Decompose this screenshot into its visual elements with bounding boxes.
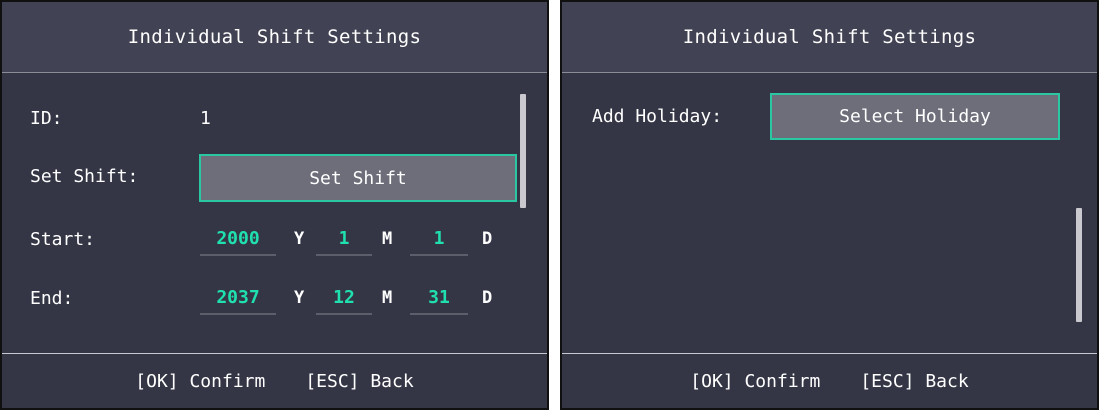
footer-bar: [OK] Confirm [ESC] Back (2, 353, 547, 408)
end-day-unit: D (482, 288, 493, 308)
scrollbar[interactable] (1076, 208, 1082, 322)
footer-bar: [OK] Confirm [ESC] Back (562, 353, 1097, 408)
end-year-unit: Y (294, 288, 305, 308)
start-month-field[interactable]: 1 (316, 226, 372, 256)
select-holiday-button-label: Select Holiday (839, 106, 991, 127)
ok-confirm-hint[interactable]: [OK] Confirm (135, 371, 265, 392)
end-label: End: (30, 288, 74, 309)
individual-shift-settings-screen-holiday: Individual Shift Settings Add Holiday: S… (560, 0, 1099, 410)
start-day-field[interactable]: 1 (410, 226, 468, 256)
end-day-field[interactable]: 31 (410, 285, 468, 315)
esc-back-hint[interactable]: [ESC] Back (860, 371, 968, 392)
id-value: 1 (200, 108, 211, 129)
title-bar: Individual Shift Settings (2, 2, 547, 73)
ok-confirm-hint[interactable]: [OK] Confirm (690, 371, 820, 392)
esc-back-hint[interactable]: [ESC] Back (305, 371, 413, 392)
end-month-field[interactable]: 12 (316, 285, 372, 315)
page-title: Individual Shift Settings (682, 26, 977, 48)
start-day-unit: D (482, 229, 493, 249)
start-month-unit: M (382, 229, 393, 249)
individual-shift-settings-screen: Individual Shift Settings ID: 1 Set Shif… (0, 0, 549, 410)
title-bar: Individual Shift Settings (562, 2, 1097, 73)
start-year-unit: Y (294, 229, 305, 249)
set-shift-label: Set Shift: (30, 166, 139, 187)
scrollbar[interactable] (520, 94, 526, 208)
end-year-field[interactable]: 2037 (200, 285, 276, 315)
start-label: Start: (30, 229, 96, 250)
set-shift-button[interactable]: Set Shift (199, 154, 517, 202)
set-shift-button-label: Set Shift (309, 167, 407, 189)
id-label: ID: (30, 108, 63, 129)
start-year-field[interactable]: 2000 (200, 226, 276, 256)
select-holiday-button[interactable]: Select Holiday (770, 93, 1060, 140)
end-month-unit: M (382, 288, 393, 308)
add-holiday-label: Add Holiday: (592, 106, 723, 127)
page-title: Individual Shift Settings (127, 26, 422, 48)
